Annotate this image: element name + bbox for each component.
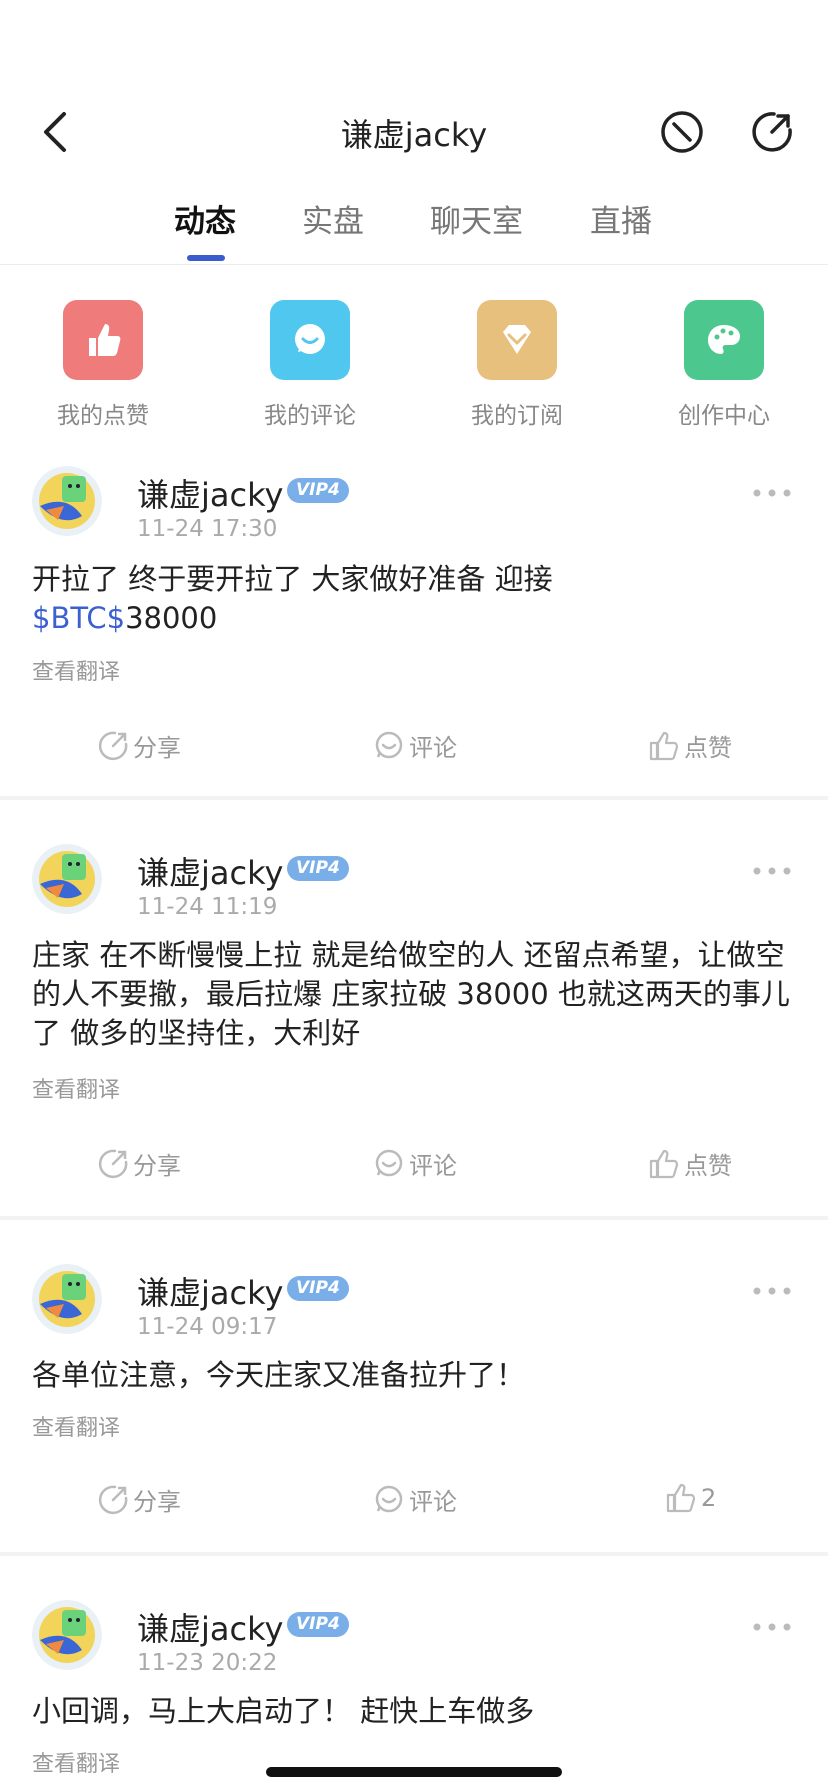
divider: [0, 1216, 828, 1220]
quick-my-subscriptions[interactable]: 我的订阅: [457, 300, 577, 430]
share-icon: [98, 1485, 128, 1514]
comment-button[interactable]: 评论: [373, 1482, 457, 1517]
active-tab-indicator: [187, 255, 225, 261]
translate-link[interactable]: 查看翻译: [32, 1746, 120, 1778]
share-icon: [98, 1149, 128, 1178]
more-icon[interactable]: [752, 866, 792, 876]
comment-button[interactable]: 评论: [373, 728, 457, 763]
avatar[interactable]: [32, 1264, 102, 1334]
thumbs-up-icon: [649, 731, 679, 760]
translate-link[interactable]: 查看翻译: [32, 1072, 120, 1104]
tab-live[interactable]: 直播: [590, 196, 652, 241]
post-text: 各单位注意，今天庄家又准备拉升了！: [32, 1358, 526, 1392]
like-button[interactable]: 点赞: [648, 1146, 732, 1181]
divider: [0, 796, 828, 800]
like-button[interactable]: 2: [665, 1482, 716, 1514]
home-indicator: [266, 1767, 562, 1777]
share-button[interactable]: 分享: [97, 1146, 181, 1181]
divider: [0, 264, 828, 265]
more-icon[interactable]: [752, 488, 792, 498]
comment-icon: [375, 1485, 403, 1512]
comment-icon: [270, 300, 350, 380]
share-button[interactable]: 分享: [97, 1482, 181, 1517]
avatar[interactable]: [32, 1600, 102, 1670]
avatar[interactable]: [32, 844, 102, 914]
thumbs-up-icon: [666, 1483, 696, 1513]
more-icon[interactable]: [752, 1286, 792, 1296]
profile-tabs: 动态 实盘 聊天室 直播: [0, 196, 828, 266]
quick-my-likes[interactable]: 我的点赞: [43, 300, 163, 430]
tab-real-trading[interactable]: 实盘: [302, 196, 364, 241]
comment-button[interactable]: 评论: [373, 1146, 457, 1181]
tab-dynamic[interactable]: 动态: [174, 196, 236, 241]
top-nav: 谦虚jacky 动态 实盘 聊天室 直播: [0, 0, 828, 265]
diamond-icon: [477, 300, 557, 380]
avatar[interactable]: [32, 466, 102, 536]
comment-icon: [375, 731, 403, 758]
like-button[interactable]: 点赞: [648, 728, 732, 763]
share-button[interactable]: 分享: [97, 728, 181, 763]
more-icon[interactable]: [752, 1622, 792, 1632]
like-count: 2: [701, 1484, 717, 1512]
block-icon[interactable]: [660, 110, 704, 154]
quick-creator-center[interactable]: 创作中心: [664, 300, 784, 430]
cashtag-link[interactable]: $BTC$: [32, 601, 125, 635]
palette-icon: [684, 300, 764, 380]
post-text: 小回调，马上大启动了！ 赶快上车做多: [32, 1694, 535, 1728]
tab-chat-room[interactable]: 聊天室: [430, 196, 523, 241]
divider: [0, 1552, 828, 1556]
thumbs-up-icon: [63, 300, 143, 380]
post-text: 庄家 在不断慢慢上拉 就是给做空的人 还留点希望，让做空的人不要撤，最后拉爆 庄…: [32, 938, 790, 1050]
quick-my-comments[interactable]: 我的评论: [250, 300, 370, 430]
translate-link[interactable]: 查看翻译: [32, 654, 120, 686]
comment-icon: [375, 1149, 403, 1176]
share-icon[interactable]: [750, 110, 794, 154]
post-text: 开拉了 终于要开拉了 大家做好准备 迎接 $BTC$38000: [32, 562, 553, 635]
thumbs-up-icon: [649, 1149, 679, 1178]
translate-link[interactable]: 查看翻译: [32, 1410, 120, 1442]
share-icon: [98, 731, 128, 760]
